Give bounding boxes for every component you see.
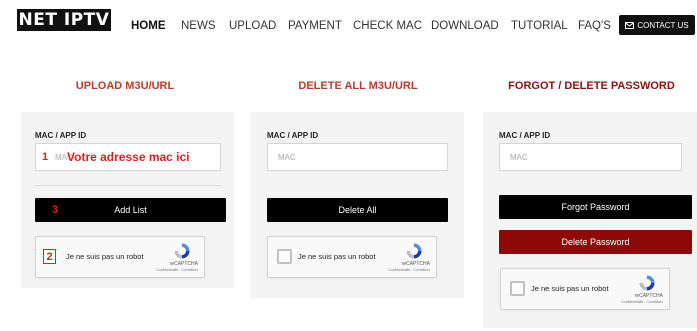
- recaptcha-icon: [174, 243, 190, 259]
- delete-all-button[interactable]: Delete All: [267, 198, 448, 222]
- delete-all-mac-placeholder: MAC: [278, 152, 296, 162]
- recaptcha-links[interactable]: Confidentialité - Conditions: [156, 268, 198, 272]
- nav-home[interactable]: HOME: [131, 19, 166, 33]
- site-logo[interactable]: NET IPTV: [17, 9, 111, 31]
- logo-text: NET IPTV: [18, 9, 110, 30]
- step-3-marker: 3: [52, 204, 59, 216]
- forgot-password-button[interactable]: Forgot Password: [499, 195, 692, 219]
- nav-faqs[interactable]: FAQ'S: [578, 19, 611, 33]
- contact-us-label: CONTACT US: [637, 20, 689, 30]
- recaptcha-brand: reCAPTCHA: [401, 261, 430, 267]
- recaptcha-label: Je ne suis pas un robot: [531, 284, 609, 293]
- recaptcha-label: Je ne suis pas un robot: [298, 252, 376, 261]
- envelope-icon: [625, 21, 635, 29]
- step-2-marker[interactable]: 2: [43, 249, 56, 264]
- recaptcha-brand: reCAPTCHA: [169, 261, 198, 267]
- recaptcha-links[interactable]: Confidentialité - Conditions: [388, 268, 430, 272]
- recaptcha-label: Je ne suis pas un robot: [66, 252, 144, 261]
- recaptcha-checkbox[interactable]: [277, 249, 292, 264]
- delete-all-field-label: MAC / APP ID: [267, 131, 319, 140]
- forgot-field-label: MAC / APP ID: [499, 131, 551, 140]
- upload-recaptcha: 2 Je ne suis pas un robot reCAPTCHA Conf…: [35, 236, 205, 278]
- upload-field-label: MAC / APP ID: [35, 131, 87, 140]
- recaptcha-checkbox[interactable]: [510, 281, 525, 296]
- recaptcha-icon: [406, 243, 422, 259]
- forgot-title: FORGOT / DELETE PASSWORD: [508, 80, 675, 92]
- step-1-marker: 1: [42, 151, 49, 163]
- mac-annotation: Votre adresse mac ici: [67, 150, 190, 164]
- upload-title: UPLOAD M3U/URL: [75, 80, 175, 92]
- nav-upload[interactable]: UPLOAD: [229, 19, 276, 33]
- recaptcha-links[interactable]: Confidentialité - Conditions: [621, 300, 663, 304]
- recaptcha-icon: [639, 275, 655, 291]
- delete-all-recaptcha: Je ne suis pas un robot reCAPTCHA Confid…: [267, 236, 437, 278]
- forgot-mac-placeholder: MAC: [510, 152, 528, 162]
- nav-download[interactable]: DOWNLOAD: [431, 19, 499, 33]
- delete-all-title: DELETE ALL M3U/URL: [298, 80, 418, 92]
- nav-payment[interactable]: PAYMENT: [288, 19, 342, 33]
- nav-check-mac[interactable]: CHECK MAC: [353, 19, 422, 33]
- delete-password-button[interactable]: Delete Password: [499, 230, 692, 254]
- contact-us-button[interactable]: CONTACT US: [619, 15, 695, 35]
- forgot-mac-input[interactable]: MAC: [499, 143, 682, 171]
- upload-divider: [35, 185, 221, 186]
- nav-tutorial[interactable]: TUTORIAL: [511, 19, 568, 33]
- recaptcha-brand: reCAPTCHA: [634, 293, 663, 299]
- add-list-button[interactable]: Add List: [35, 198, 226, 222]
- nav-news[interactable]: NEWS: [181, 19, 216, 33]
- delete-all-mac-input[interactable]: MAC: [267, 143, 448, 171]
- forgot-recaptcha: Je ne suis pas un robot reCAPTCHA Confid…: [500, 268, 670, 310]
